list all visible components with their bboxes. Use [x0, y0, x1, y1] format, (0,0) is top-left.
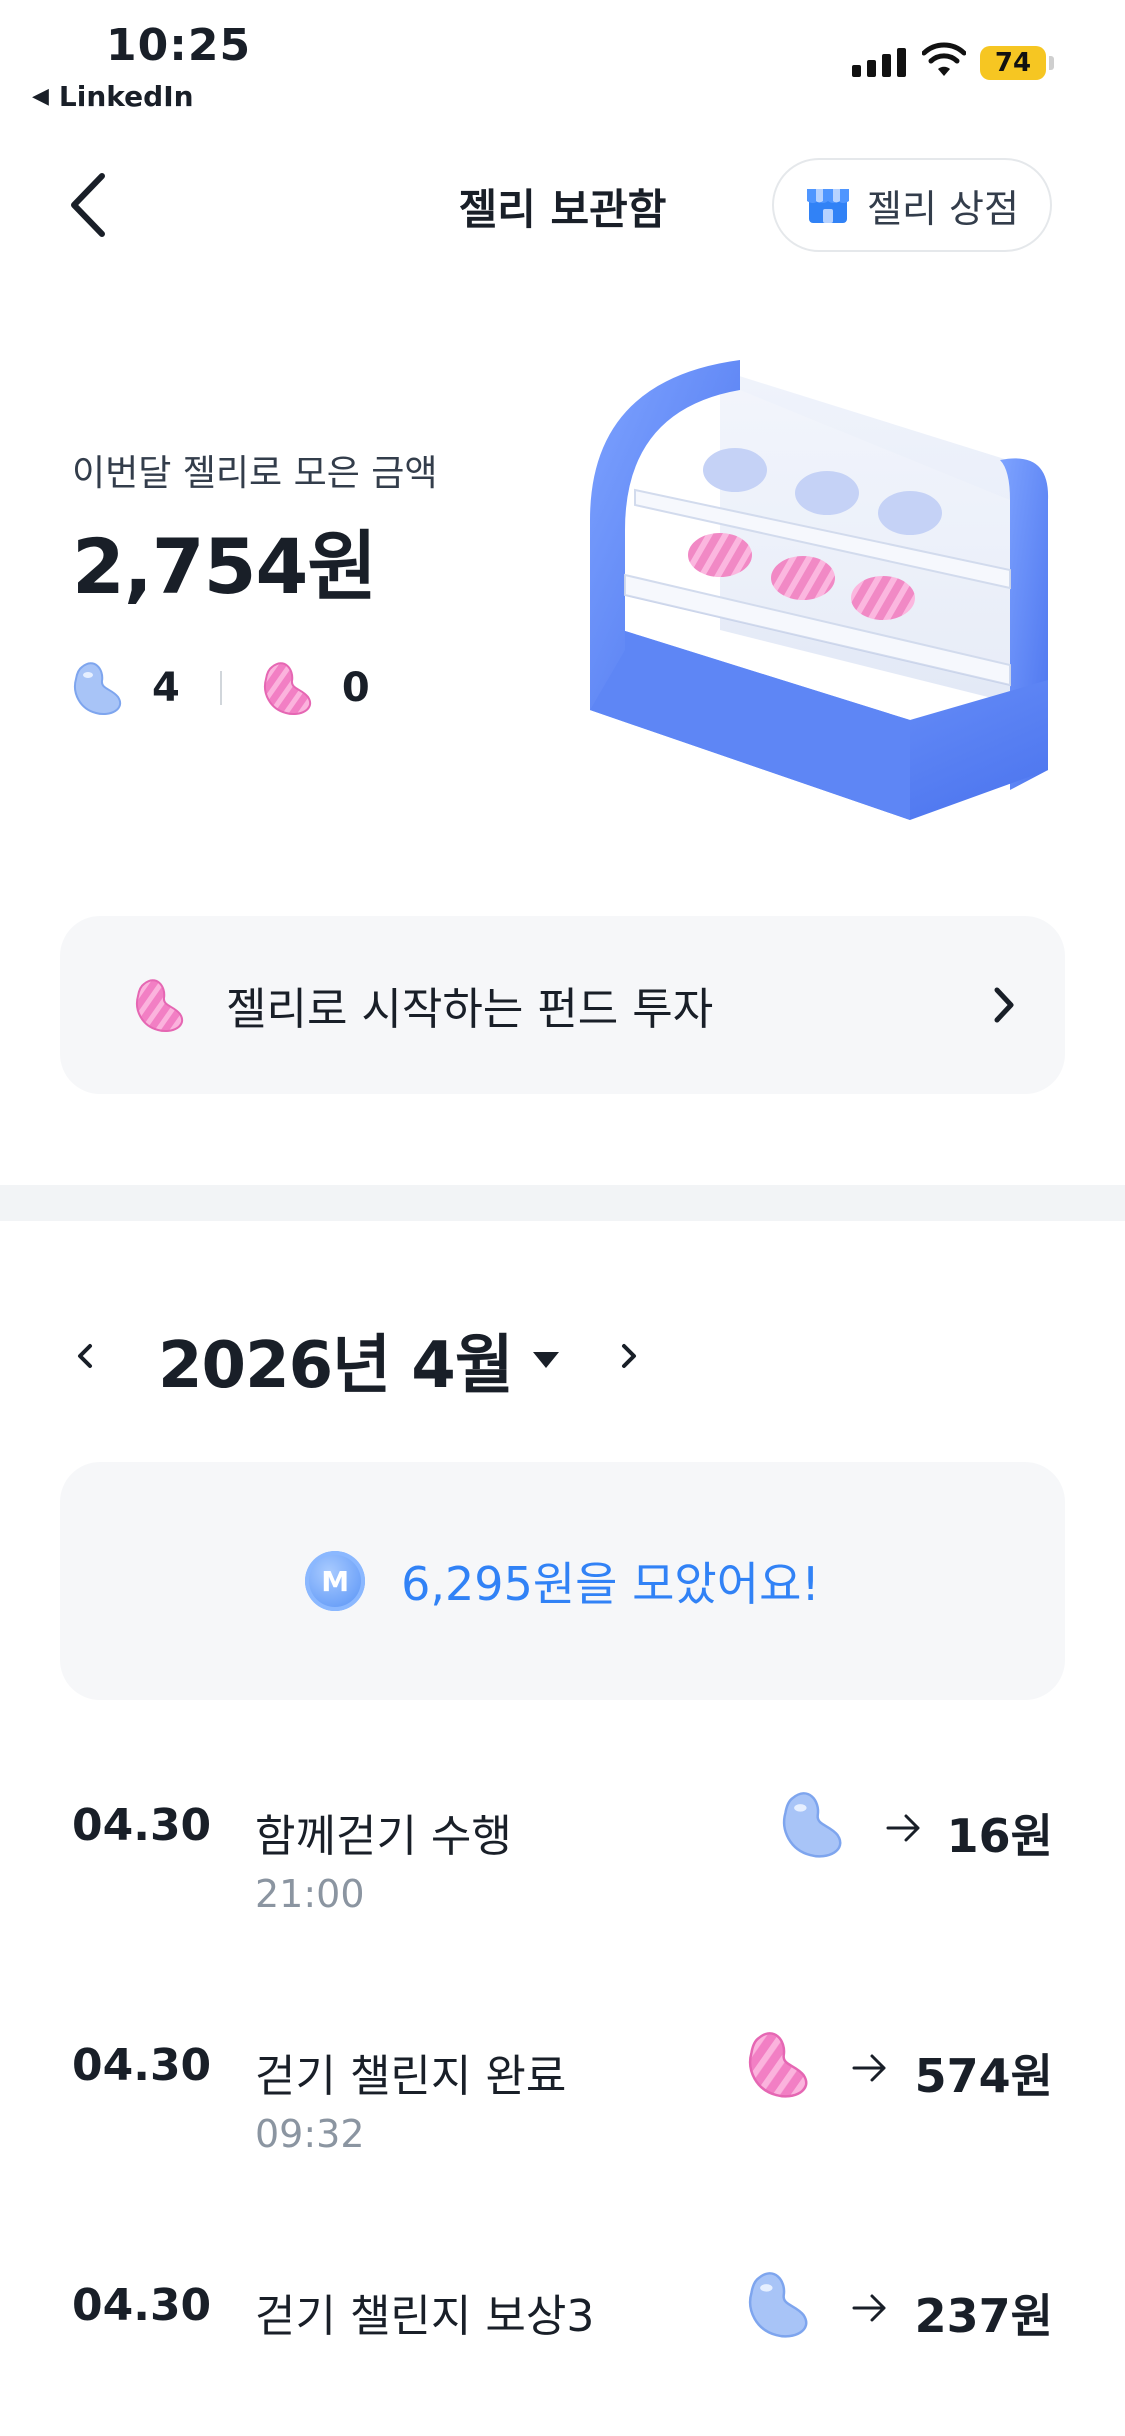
jelly-counts: 4 0 — [72, 658, 370, 718]
month-selector[interactable]: 2026년 4월 — [158, 1314, 561, 1406]
arrow-right-icon — [852, 2294, 886, 2322]
battery-icon: 74 — [980, 46, 1046, 80]
back-to-app-link[interactable]: ◀ LinkedIn — [32, 80, 194, 113]
next-month-button[interactable] — [614, 1336, 644, 1376]
month-label: 2026년 4월 — [158, 1329, 514, 1403]
item-amount: 237원 — [914, 2289, 1053, 2343]
jelly-store-button[interactable]: 젤리 상점 — [772, 158, 1052, 252]
pink-jelly-count: 0 — [341, 665, 370, 711]
list-item[interactable]: 04.30 걷기 챌린지 완료 09:32 574원 — [0, 2020, 1125, 2160]
item-date: 04.30 — [72, 2280, 212, 2331]
monthly-total-label: 이번달 젤리로 모은 금액 — [72, 453, 438, 494]
blue-jelly-icon — [749, 2272, 808, 2338]
pink-jelly-icon — [749, 2032, 808, 2098]
item-date: 04.30 — [72, 2040, 212, 2091]
arrow-right-icon — [852, 2054, 886, 2082]
battery-cap — [1049, 56, 1054, 70]
top-navigation: 젤리 보관함 젤리 상점 — [0, 150, 1125, 260]
jelly-showcase-illustration — [590, 360, 1049, 820]
fund-investment-banner[interactable]: 젤리로 시작하는 펀드 투자 — [60, 916, 1065, 1094]
blue-jelly-count: 4 — [152, 665, 180, 711]
pink-jelly-icon — [136, 979, 183, 1032]
item-title: 걷기 챌린지 보상3 — [255, 2291, 595, 2342]
chevron-right-icon — [994, 987, 1014, 1023]
pink-jelly-icon — [263, 662, 311, 715]
status-bar: 10:25 ◀ LinkedIn 74 — [0, 0, 1125, 120]
back-app-label: LinkedIn — [58, 80, 194, 113]
status-time: 10:25 — [106, 20, 252, 71]
coin-icon: M — [305, 1551, 366, 1611]
wifi-icon — [922, 42, 966, 76]
item-date: 04.30 — [72, 1800, 212, 1851]
monthly-total-amount: 2,754원 — [72, 522, 377, 611]
caret-down-icon — [532, 1352, 559, 1368]
item-title: 함께걷기 수행 — [255, 1811, 512, 1862]
item-title: 걷기 챌린지 완료 — [255, 2051, 567, 2102]
arrow-right-icon — [886, 1814, 920, 1842]
saved-amount-text: 6,295원을 모았어요! — [401, 1557, 820, 1611]
count-divider — [219, 671, 222, 705]
item-amount: 574원 — [914, 2049, 1053, 2103]
monthly-saved-summary: M 6,295원을 모았어요! — [60, 1462, 1065, 1700]
item-amount: 16원 — [946, 1809, 1053, 1863]
store-icon — [807, 189, 850, 223]
item-time: 21:00 — [255, 1872, 365, 1916]
fund-banner-label: 젤리로 시작하는 펀드 투자 — [226, 984, 714, 1035]
section-divider — [0, 1185, 1125, 1221]
cellular-signal-icon — [852, 47, 906, 77]
previous-month-button[interactable] — [70, 1336, 100, 1376]
back-triangle-icon: ◀ — [32, 84, 49, 109]
list-item[interactable]: 04.30 걷기 챌린지 보상3 237원 — [0, 2260, 1125, 2345]
item-time: 09:32 — [255, 2112, 365, 2156]
blue-jelly-icon — [74, 662, 121, 715]
store-button-label: 젤리 상점 — [867, 186, 1019, 231]
blue-jelly-icon — [783, 1792, 842, 1858]
history-list: 04.30 함께걷기 수행 21:00 16원 04.30 걷기 챌린지 완료 … — [0, 1780, 1125, 2345]
list-item[interactable]: 04.30 함께걷기 수행 21:00 16원 — [0, 1780, 1125, 1920]
